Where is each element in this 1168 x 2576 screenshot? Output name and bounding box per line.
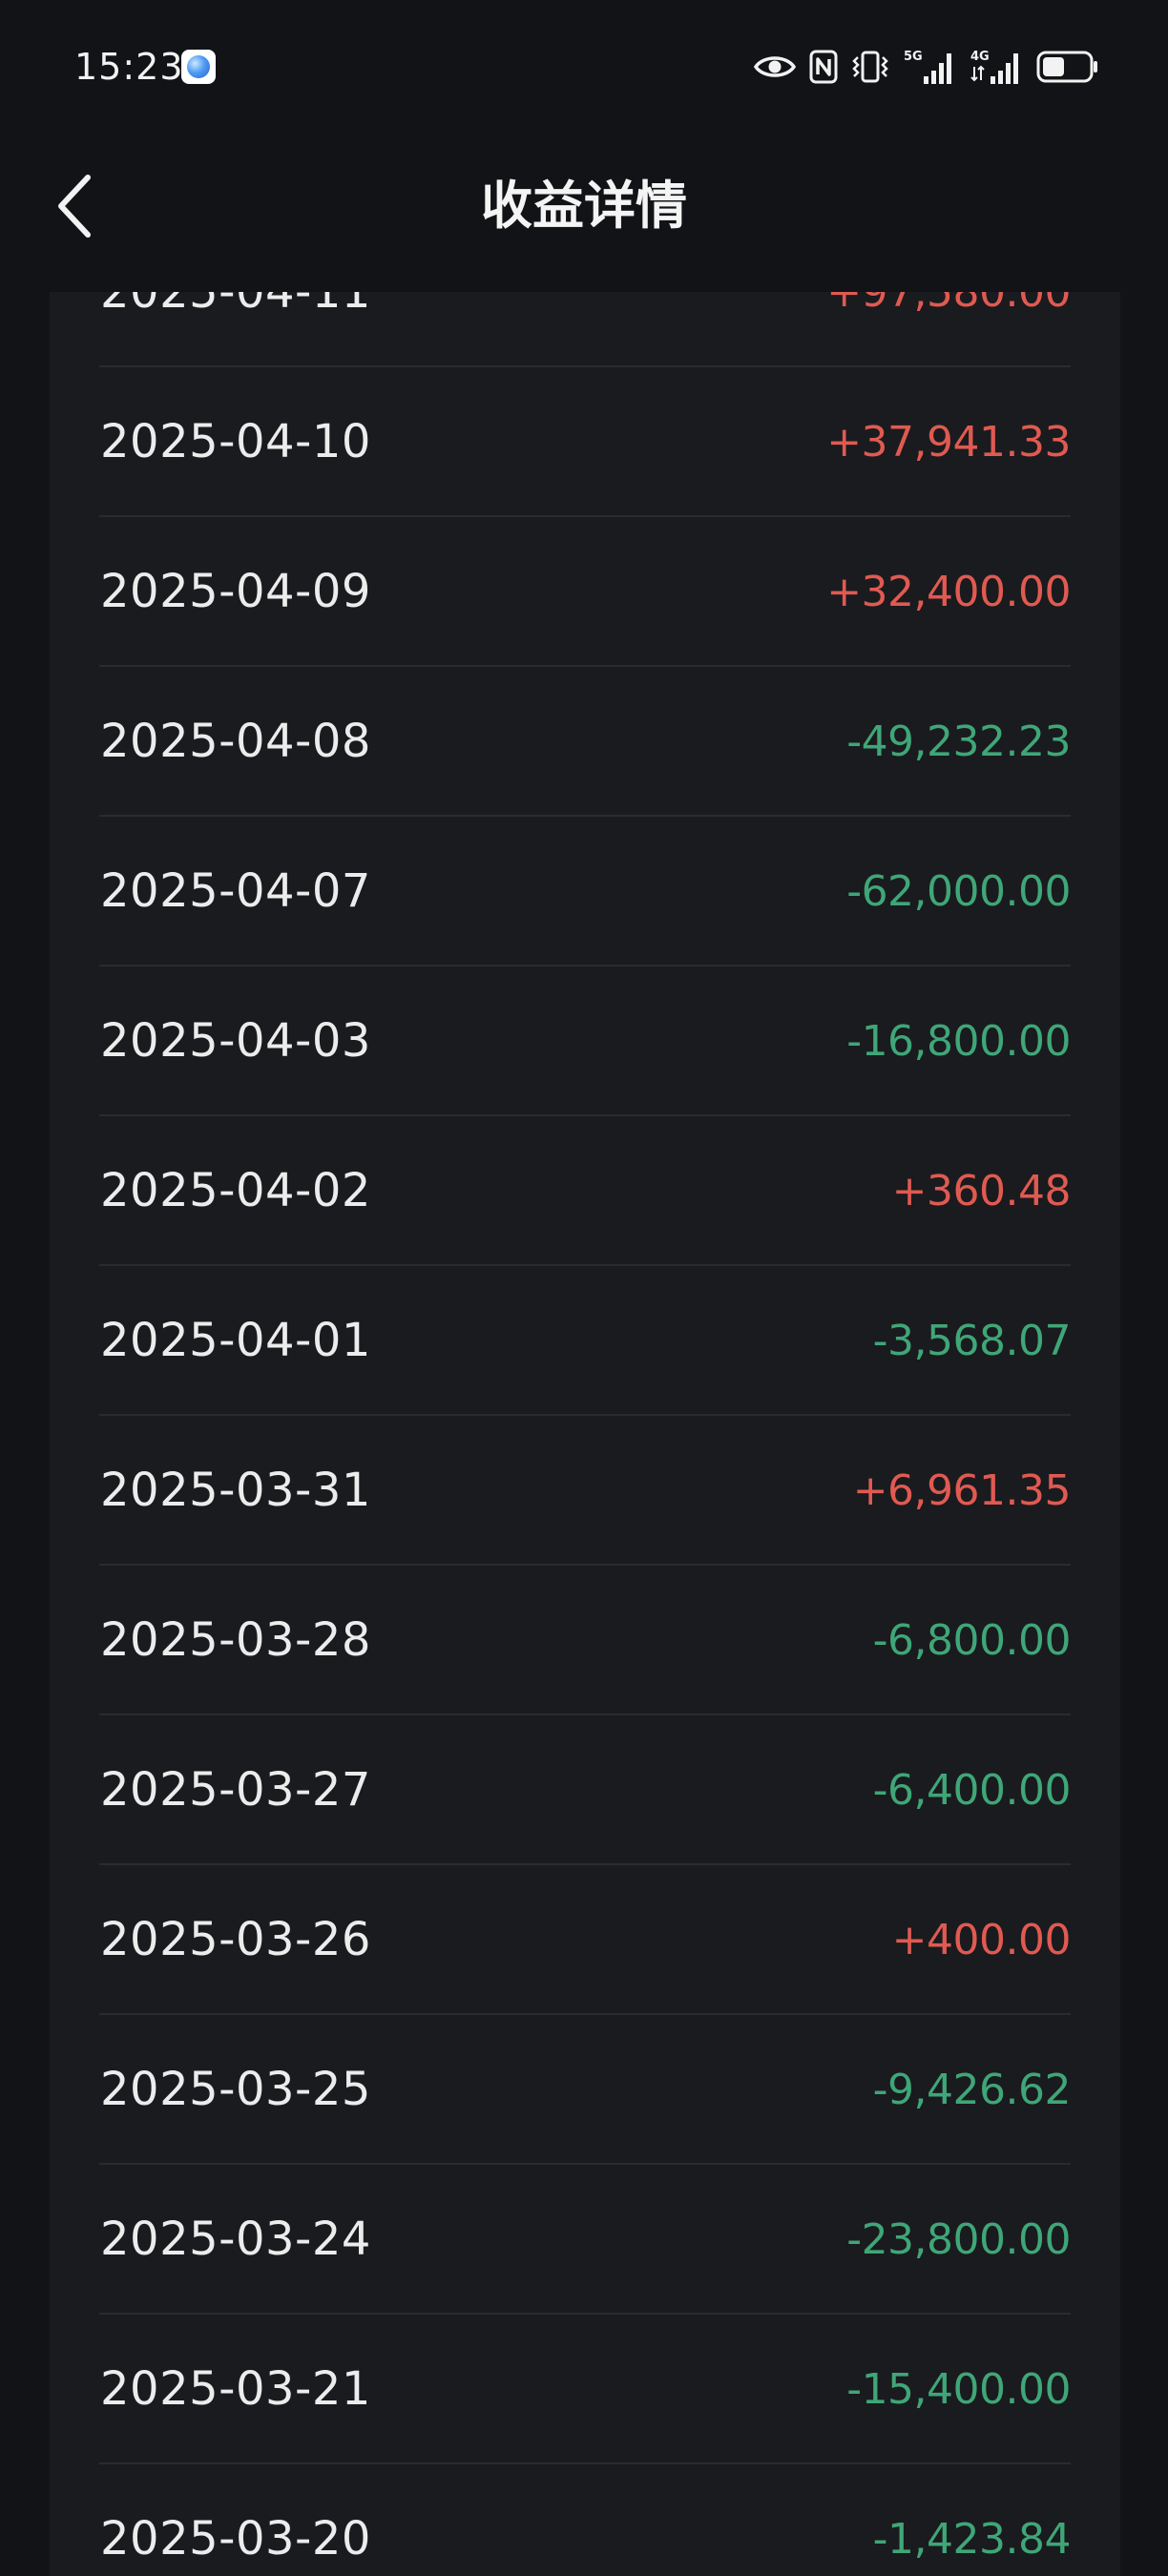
row-amount: -16,800.00 xyxy=(846,1017,1071,1066)
earnings-list-card: 2025-04-11 +97,580.00 2025-04-10 +37,941.33… xyxy=(50,292,1120,2576)
earnings-row[interactable]: 2025-04-08 -49,232.23 xyxy=(50,667,1120,817)
row-date: 2025-03-20 xyxy=(100,2512,371,2566)
earnings-row[interactable]: 2025-03-24 -23,800.00 xyxy=(50,2165,1120,2315)
earnings-row[interactable]: 2025-04-03 -16,800.00 xyxy=(50,966,1120,1116)
earnings-row[interactable]: 2025-04-09 +32,400.00 xyxy=(50,517,1120,667)
row-amount: -9,426.62 xyxy=(872,2066,1072,2114)
signal-5g-label: 5G xyxy=(904,50,923,64)
row-date: 2025-04-11 xyxy=(100,292,371,319)
row-amount: +360.48 xyxy=(891,1167,1072,1215)
row-date: 2025-04-08 xyxy=(100,715,371,768)
row-amount: +97,580.00 xyxy=(826,292,1071,317)
row-date: 2025-04-03 xyxy=(100,1014,371,1068)
status-icons: 5G 4G xyxy=(754,46,1099,88)
row-amount: +32,400.00 xyxy=(826,568,1071,616)
nfc-icon xyxy=(809,50,838,84)
nav-header: 收益详情 xyxy=(0,134,1168,277)
row-date: 2025-04-07 xyxy=(100,864,371,918)
row-amount: -6,800.00 xyxy=(872,1616,1072,1665)
app-notification-icon xyxy=(181,50,216,84)
row-date: 2025-03-24 xyxy=(100,2212,371,2266)
page-title: 收益详情 xyxy=(481,176,687,236)
row-amount: -23,800.00 xyxy=(846,2215,1071,2264)
earnings-row[interactable]: 2025-03-26 +400.00 xyxy=(50,1865,1120,2015)
earnings-row[interactable]: 2025-03-25 -9,426.62 xyxy=(50,2015,1120,2165)
earnings-list[interactable]: 2025-04-11 +97,580.00 2025-04-10 +37,941.33… xyxy=(50,292,1120,2576)
signal-4g-label: 4G xyxy=(970,50,990,64)
earnings-row[interactable]: 2025-04-01 -3,568.07 xyxy=(50,1266,1120,1416)
status-time: 15:23 xyxy=(74,46,184,88)
earnings-row[interactable]: 2025-03-27 -6,400.00 xyxy=(50,1715,1120,1865)
row-date: 2025-03-27 xyxy=(100,1763,371,1817)
row-date: 2025-03-25 xyxy=(100,2063,371,2116)
vibrate-icon xyxy=(852,51,888,83)
earnings-row[interactable]: 2025-04-02 +360.48 xyxy=(50,1116,1120,1266)
row-amount: +400.00 xyxy=(891,1916,1072,1964)
row-date: 2025-04-01 xyxy=(100,1314,371,1367)
row-date: 2025-03-28 xyxy=(100,1613,371,1667)
row-amount: -6,400.00 xyxy=(872,1766,1072,1815)
battery-icon xyxy=(1036,51,1097,83)
earnings-row[interactable]: 2025-03-28 -6,800.00 xyxy=(50,1566,1120,1715)
signal-5g-icon: 5G xyxy=(904,50,951,84)
row-date: 2025-04-02 xyxy=(100,1164,371,1217)
row-amount: -15,400.00 xyxy=(846,2365,1071,2414)
earnings-row[interactable]: 2025-04-10 +37,941.33 xyxy=(50,367,1120,517)
status-bar: 15:23 5G 4G xyxy=(0,0,1168,134)
row-date: 2025-03-31 xyxy=(100,1464,371,1517)
earnings-row[interactable]: 2025-04-07 -62,000.00 xyxy=(50,817,1120,966)
row-date: 2025-04-10 xyxy=(100,415,371,468)
row-amount: +6,961.35 xyxy=(852,1466,1072,1515)
earnings-row[interactable]: 2025-03-20 -1,423.84 xyxy=(50,2464,1120,2576)
row-amount: -1,423.84 xyxy=(872,2515,1072,2564)
row-date: 2025-03-21 xyxy=(100,2362,371,2416)
row-amount: -49,232.23 xyxy=(846,717,1071,766)
row-date: 2025-04-09 xyxy=(100,565,371,618)
row-amount: -62,000.00 xyxy=(846,867,1071,916)
earnings-row[interactable]: 2025-04-11 +97,580.00 xyxy=(50,292,1120,367)
row-amount: -3,568.07 xyxy=(872,1317,1072,1365)
eye-icon xyxy=(754,56,796,77)
signal-4g-icon: 4G xyxy=(970,50,1018,84)
earnings-row[interactable]: 2025-03-31 +6,961.35 xyxy=(50,1416,1120,1566)
row-amount: +37,941.33 xyxy=(826,418,1071,467)
row-date: 2025-03-26 xyxy=(100,1913,371,1966)
earnings-row[interactable]: 2025-03-21 -15,400.00 xyxy=(50,2315,1120,2464)
